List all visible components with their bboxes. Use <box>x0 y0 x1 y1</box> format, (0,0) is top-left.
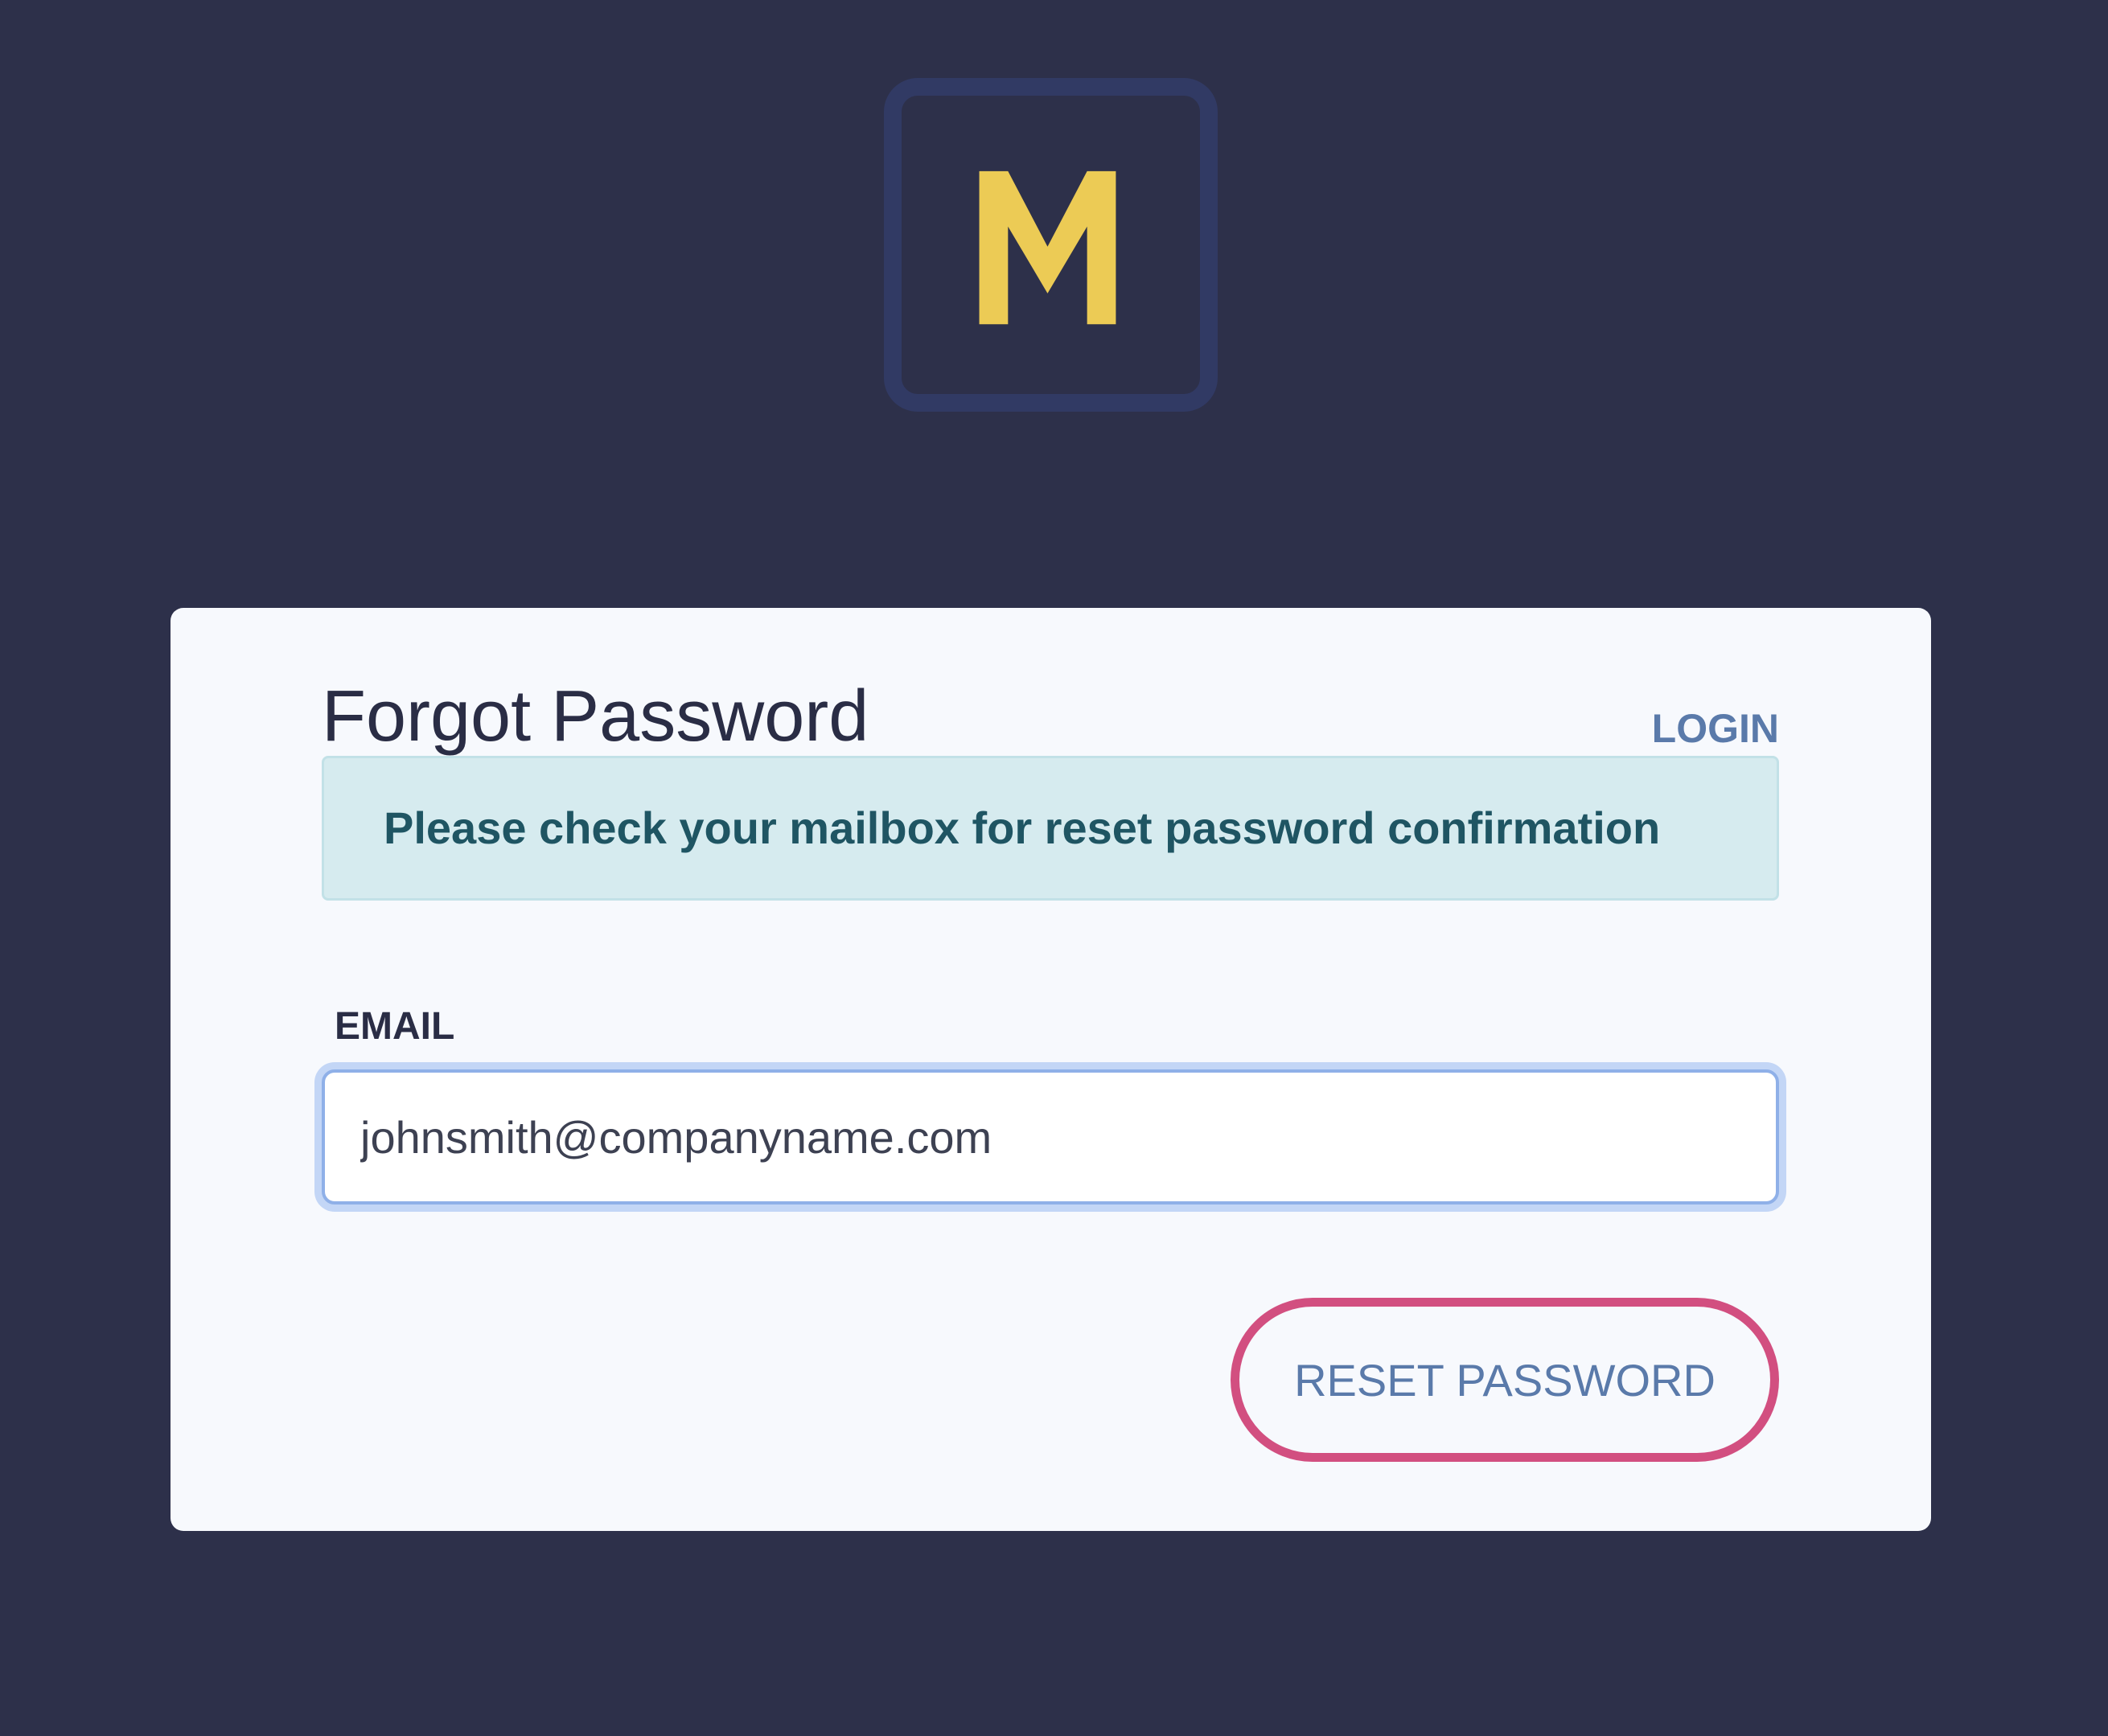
reset-password-button[interactable]: RESET PASSWORD <box>1231 1298 1779 1462</box>
email-field[interactable] <box>322 1069 1779 1205</box>
login-link[interactable]: LOGIN <box>1652 704 1779 753</box>
info-alert: Please check your mailbox for reset pass… <box>322 756 1779 901</box>
m-logo-icon <box>979 170 1116 325</box>
page-title: Forgot Password <box>322 676 869 757</box>
app-logo <box>884 78 1218 412</box>
alert-message: Please check your mailbox for reset pass… <box>384 802 1661 853</box>
forgot-password-card: Forgot Password LOGIN Please check your … <box>171 608 1931 1531</box>
email-label: EMAIL <box>335 1005 455 1048</box>
